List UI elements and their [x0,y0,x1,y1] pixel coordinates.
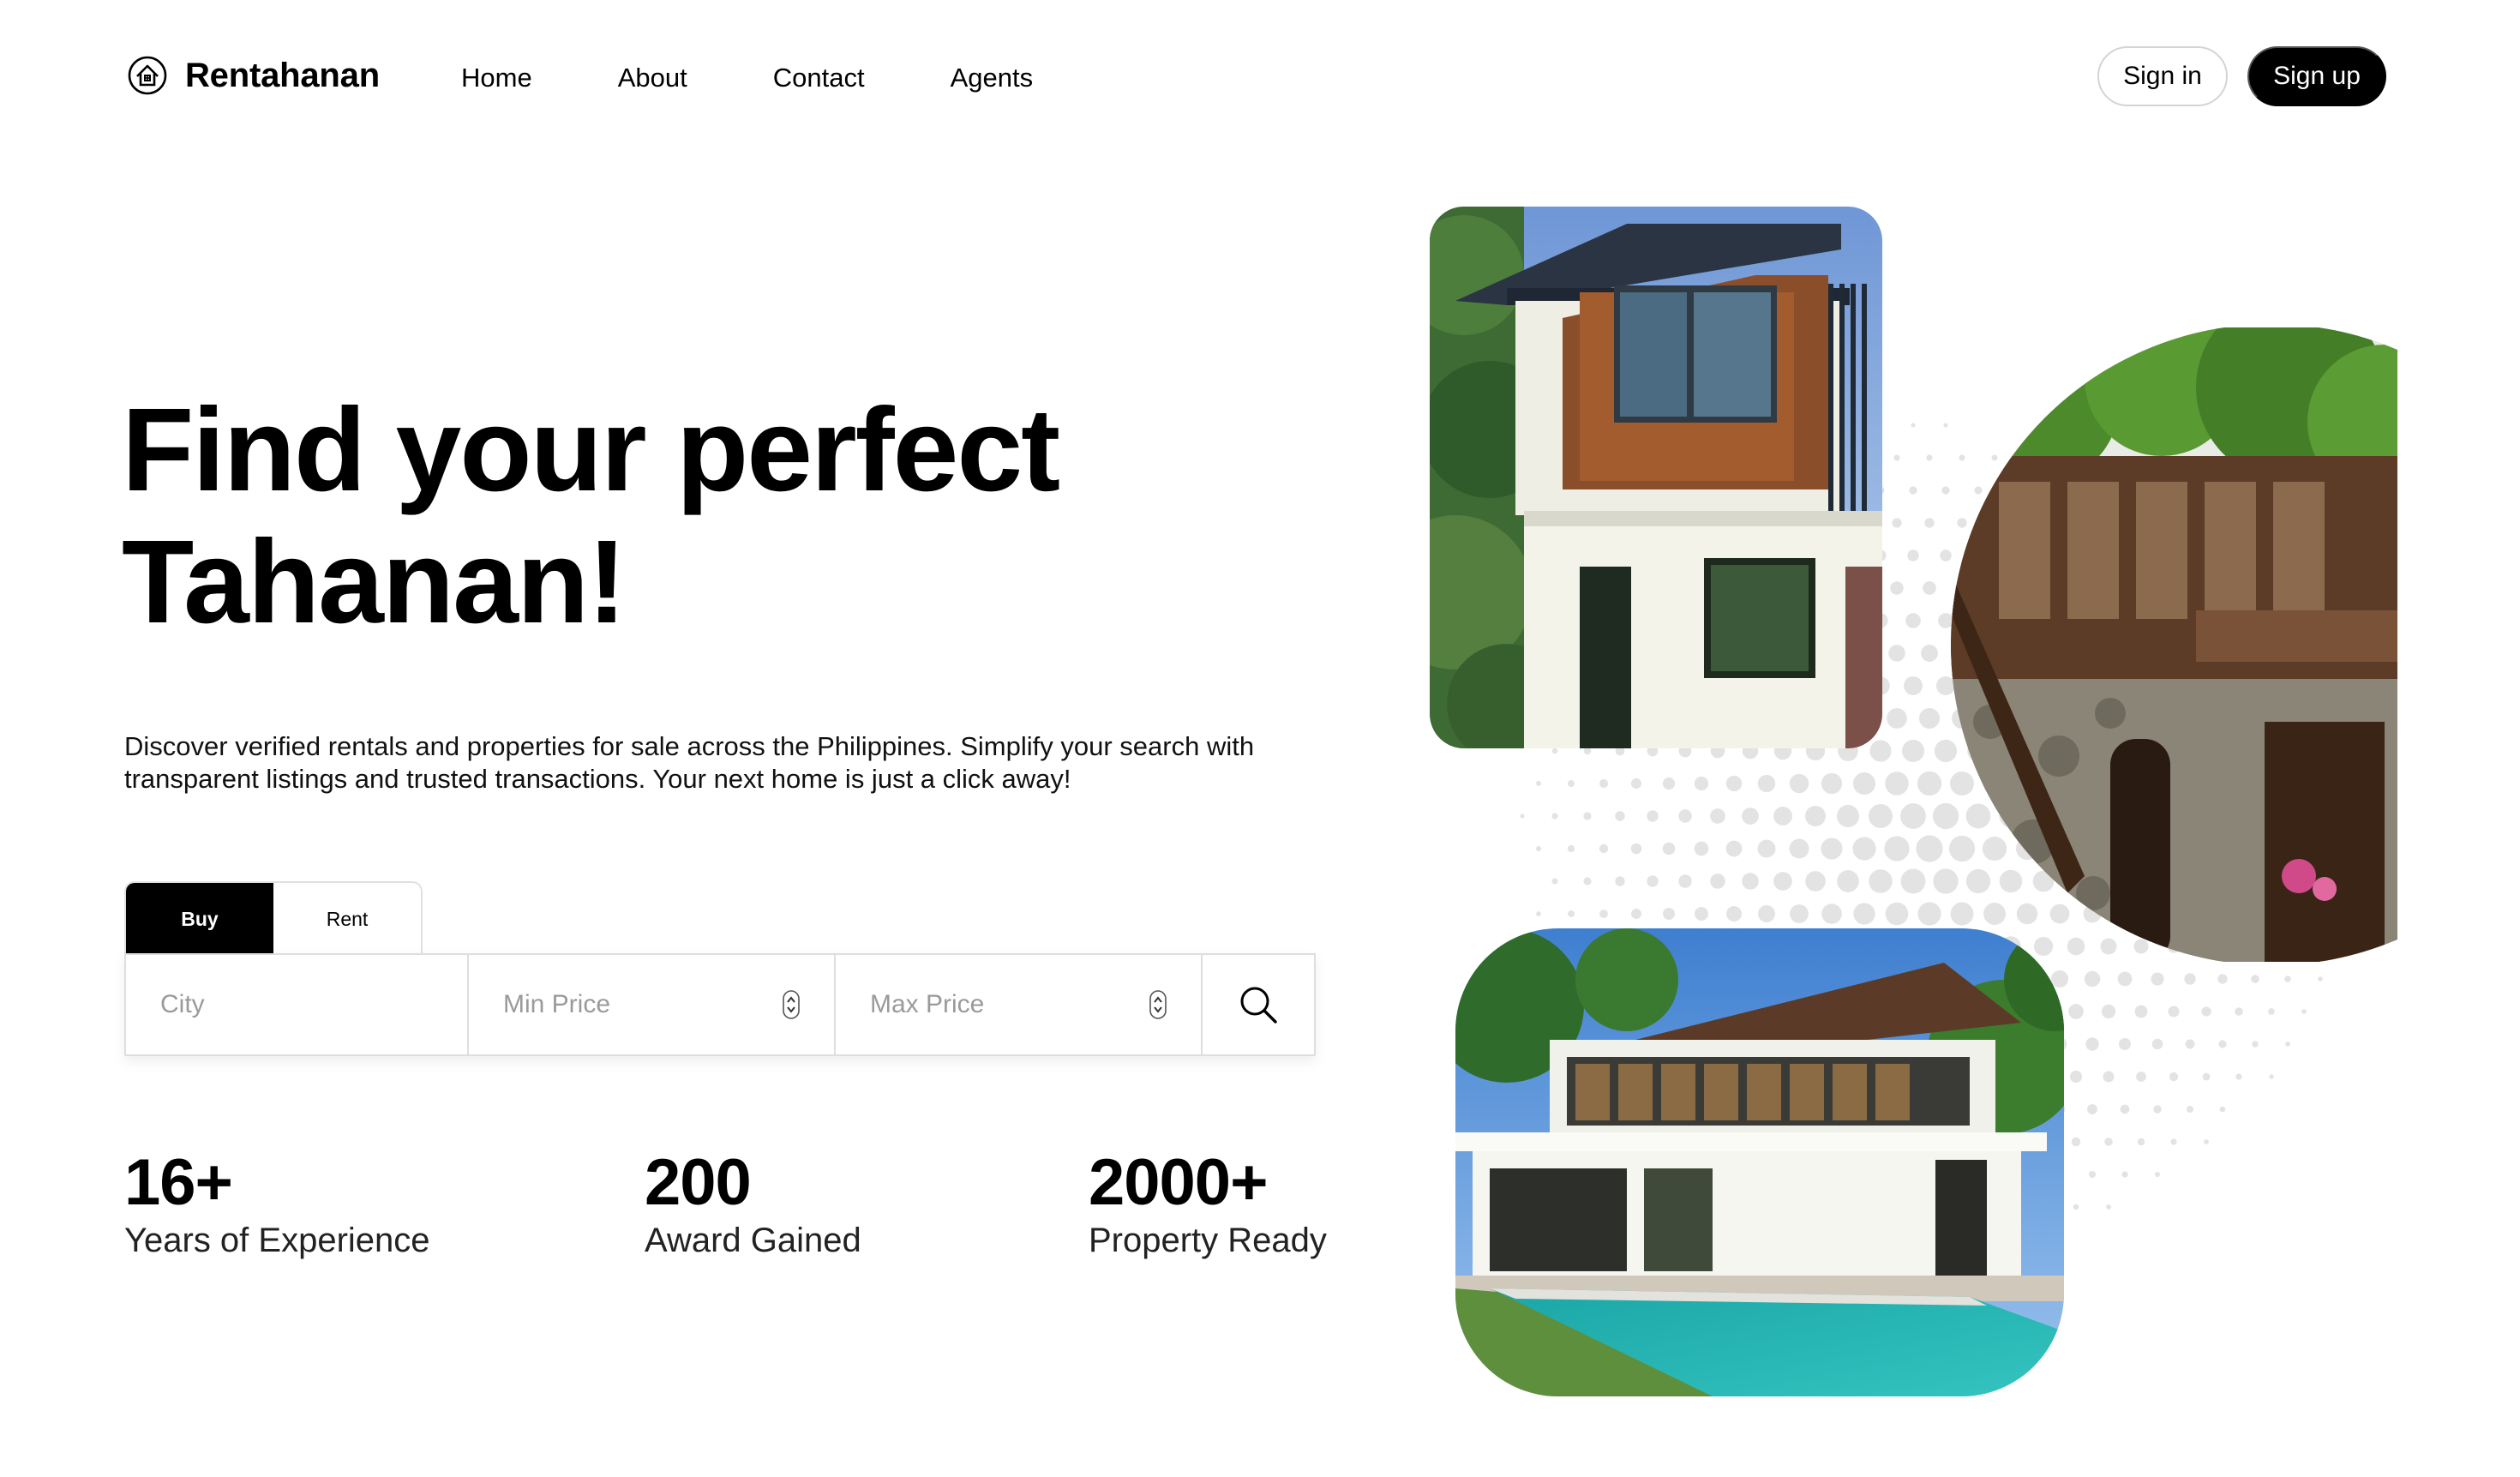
stat-value: 16+ [124,1146,233,1219]
hero-description: Discover verified rentals and properties… [124,731,1255,794]
stat-value: 2000+ [1089,1146,1268,1219]
nav-agents[interactable]: Agents [951,60,1034,96]
max-price-placeholder: Max Price [870,990,985,1018]
nav-contact[interactable]: Contact [773,60,865,96]
stat-awards: 200 Award Gained [645,1147,861,1262]
tab-rent[interactable]: Rent [273,883,421,955]
hero-title: Find your perfect Tahanan! [122,384,1060,648]
house-badge-icon [128,56,167,95]
property-search-bar: City Min Price Max Price [124,953,1316,1056]
search-icon [1240,987,1277,1024]
min-price-input[interactable]: Min Price [469,955,836,1054]
brand-name: Rentahanan [185,56,380,94]
min-price-placeholder: Min Price [503,990,611,1018]
heritage-stone-house-photo [1939,327,2397,962]
stat-experience: 16+ Years of Experience [124,1147,430,1262]
max-price-stepper-icon[interactable] [1149,990,1167,1019]
stat-value: 200 [645,1146,752,1219]
sign-up-button[interactable]: Sign up [2247,46,2386,106]
stat-label: Property Ready [1089,1222,1327,1259]
min-price-stepper-icon[interactable] [783,990,800,1019]
city-placeholder: City [160,990,205,1018]
brand-logo[interactable]: Rentahanan [127,55,380,96]
hero-title-line-2: Tahanan! [122,516,627,648]
modern-villa-with-pool-photo [1455,928,2064,1396]
tab-buy[interactable]: Buy [126,883,273,955]
main-nav: Home About Contact Agents [461,60,1119,96]
hero-title-line-1: Find your perfect [122,384,1060,516]
nav-about[interactable]: About [618,60,687,96]
stat-label: Award Gained [645,1222,861,1259]
modern-two-storey-house-photo [1430,207,1882,748]
stat-properties: 2000+ Property Ready [1089,1147,1327,1262]
sign-in-button[interactable]: Sign in [2097,46,2228,106]
listing-type-tabs: Buy Rent [124,881,423,955]
max-price-input[interactable]: Max Price [836,955,1203,1054]
search-button[interactable] [1203,955,1314,1054]
stat-label: Years of Experience [124,1222,430,1259]
city-input[interactable]: City [126,955,469,1054]
nav-home[interactable]: Home [461,60,532,96]
